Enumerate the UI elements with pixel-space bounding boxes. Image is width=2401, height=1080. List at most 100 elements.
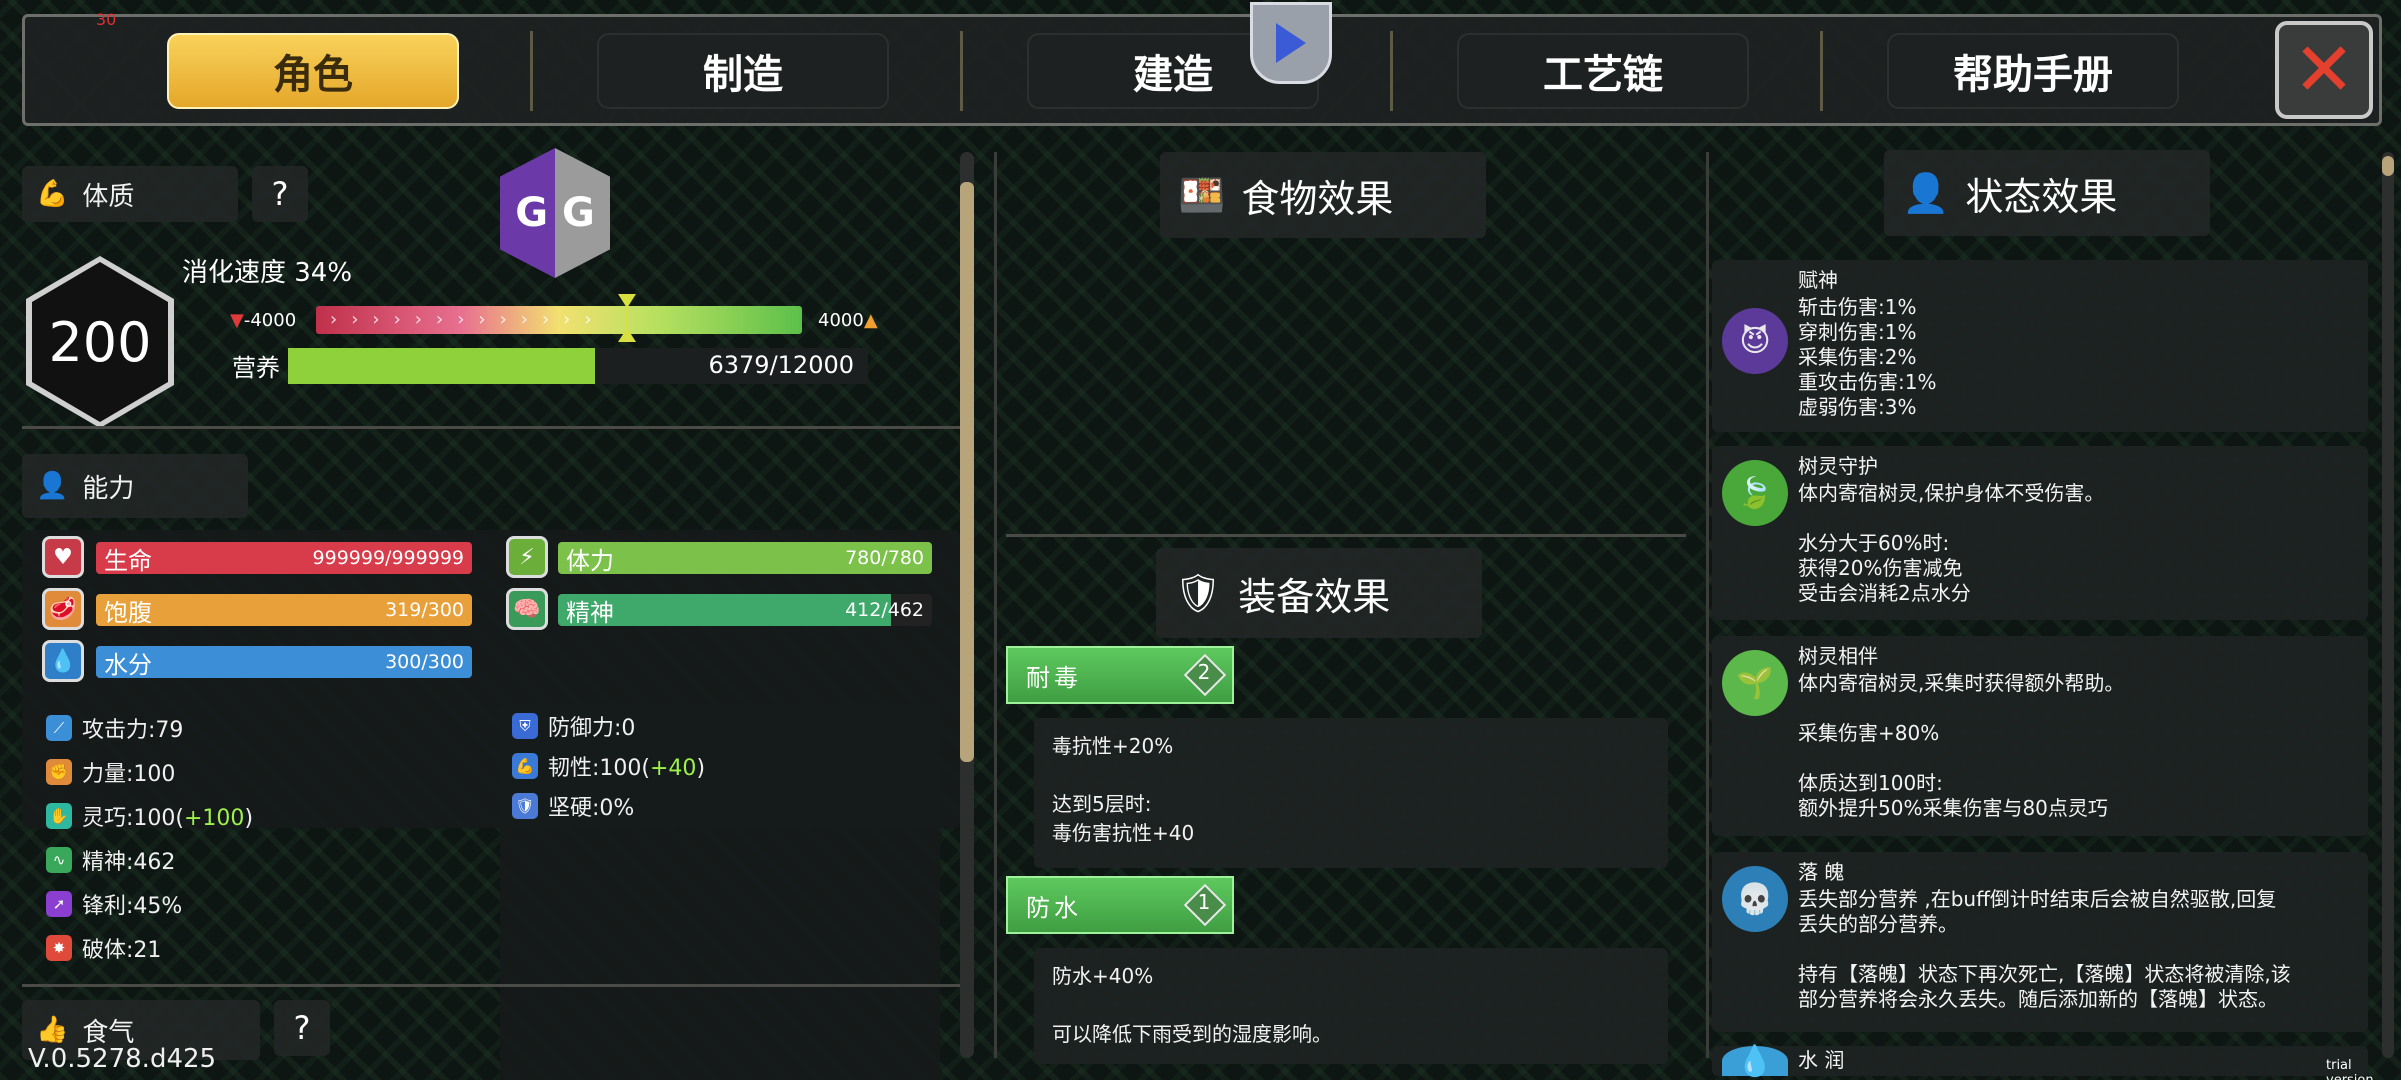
spirit-label: 精神 <box>566 598 614 627</box>
blade-icon: ➚ <box>46 891 72 917</box>
range-chevrons: ››››››››››››› <box>330 309 606 330</box>
status-text: 树灵相伴 体内寄宿树灵,采集时获得额外帮助。 采集伤害+80% 体质达到100时:… <box>1798 644 2124 821</box>
hydration-value: 300/300 <box>385 651 464 673</box>
stat-defense: ⛨ 防御力:0 <box>512 710 635 742</box>
person-icon: 👤 <box>36 471 69 501</box>
constitution-label: 体质 <box>82 181 135 212</box>
tab-divider <box>960 31 963 111</box>
nutrition-label: 营养 <box>232 354 280 382</box>
equip-tag-label: 耐毒 <box>1026 663 1082 692</box>
nutrition-fill <box>288 348 596 384</box>
fist-icon: ✊ <box>46 759 72 785</box>
stat-toughness: 💪 韧性:100(+40) <box>512 750 705 782</box>
status-desc: 体内寄宿树灵,保护身体不受伤害。 水分大于60%时: 获得20%伤害减免 受击会… <box>1798 481 2105 605</box>
effects-panel: 🍱 食物效果 🛡 装备效果 耐毒 2 毒抗性+20% 达到5层时: 毒伤害抗性+… <box>1000 148 1690 1068</box>
stat-spirit-label: 精神:462 <box>82 850 176 875</box>
status-name: 赋神 <box>1798 268 1838 292</box>
tab-help-manual[interactable]: 帮助手册 <box>1887 33 2179 109</box>
right-scrollbar[interactable] <box>2382 152 2394 1058</box>
sword-icon: ⟋ <box>46 715 72 741</box>
demon-face-icon: 😈 <box>1722 308 1788 374</box>
equip-tag-poison-resist[interactable]: 耐毒 2 <box>1006 646 1234 704</box>
stat-sharpness-label: 锋利:45% <box>82 894 183 919</box>
shield-icon: 🛡 <box>512 793 538 819</box>
overlay-play-icon[interactable] <box>1250 2 1332 84</box>
left-scrollbar[interactable] <box>960 152 974 1058</box>
range-min: ▼-4000 <box>230 310 296 331</box>
right-scrollbar-thumb[interactable] <box>2382 156 2394 176</box>
constitution-marker-icon <box>618 294 637 342</box>
tree-spirit-icon: 🌱 <box>1722 650 1788 716</box>
brain-icon: 🧠 <box>506 588 548 630</box>
section-divider <box>22 984 960 987</box>
stat-pierce-label: 破体:21 <box>82 938 162 963</box>
status-card-downfall[interactable]: 💀 落 魄丢失部分营养 ,在buff倒计时结束后会被自然驱散,回复 丢失的部分营… <box>1712 852 2368 1032</box>
trial-label: trial version <box>2326 1058 2374 1080</box>
food-qi-help-button[interactable]: ? <box>274 1000 330 1056</box>
hydration-label: 水分 <box>104 650 152 679</box>
ability-label: 能力 <box>82 473 135 504</box>
tab-divider <box>530 31 533 111</box>
skull-icon: 💀 <box>1722 866 1788 932</box>
satiety-value: 319/300 <box>385 599 464 621</box>
tab-crafting[interactable]: 制造 <box>597 33 889 109</box>
hand-icon: ✋ <box>46 803 72 829</box>
close-button[interactable]: ✕ <box>2275 21 2373 119</box>
status-text: 水 润 <box>1798 1048 1844 1075</box>
person-icon: 👤 <box>1902 170 1950 215</box>
stat-hardness: 🛡 坚硬:0% <box>512 790 634 822</box>
stat-pierce: ✸ 破体:21 <box>46 932 161 964</box>
stat-strength: ✊ 力量:100 <box>46 756 175 788</box>
count-value: 1 <box>1197 890 1211 914</box>
stat-hardness-label: 坚硬:0% <box>548 796 635 821</box>
version-label: V.0.5278.d425 <box>28 1044 217 1074</box>
arrow-up-icon: ▲ <box>863 310 878 331</box>
constitution-help-button[interactable]: ? <box>252 166 308 222</box>
stat-dexterity: ✋ 灵巧:100(+100) <box>46 800 253 832</box>
character-panel: 💪 体质 ? 200 G G 消化速度 34% ▼-4000 ›››››››››… <box>22 148 960 1080</box>
arrow-down-icon: ▼ <box>230 310 244 331</box>
stat-strength-label: 力量:100 <box>82 762 176 787</box>
status-effects-panel: 👤 状态效果 😈 赋神斩击伤害:1% 穿刺伤害:1% 采集伤害:2% 重攻击伤害… <box>1712 148 2380 1079</box>
status-desc: 丢失部分营养 ,在buff倒计时结束后会被自然驱散,回复 丢失的部分营养。 持有… <box>1798 887 2291 1011</box>
tab-divider <box>1390 31 1393 111</box>
digestion-speed: 消化速度 34% <box>182 258 353 288</box>
status-card-empower[interactable]: 😈 赋神斩击伤害:1% 穿刺伤害:1% 采集伤害:2% 重攻击伤害:1% 虚弱伤… <box>1712 260 2368 432</box>
status-text: 落 魄丢失部分营养 ,在buff倒计时结束后会被自然驱散,回复 丢失的部分营养。… <box>1798 860 2291 1012</box>
food-effect-header: 🍱 食物效果 <box>1160 152 1486 238</box>
ability-header: 👤 能力 <box>22 454 248 518</box>
stamina-label: 体力 <box>566 546 614 575</box>
status-desc: 斩击伤害:1% 穿刺伤害:1% 采集伤害:2% 重攻击伤害:1% 虚弱伤害:3% <box>1798 295 1937 419</box>
status-card-tree-companion[interactable]: 🌱 树灵相伴 体内寄宿树灵,采集时获得额外帮助。 采集伤害+80% 体质达到100… <box>1712 636 2368 836</box>
hydration-bar: 水分 300/300 <box>96 646 472 678</box>
status-card-moist[interactable]: 💧 水 润 <box>1712 1044 2368 1079</box>
equip-tag-waterproof[interactable]: 防水 1 <box>1006 876 1234 934</box>
status-text: 树灵守护 体内寄宿树灵,保护身体不受伤害。 水分大于60%时: 获得20%伤害减免… <box>1798 454 2104 606</box>
section-divider <box>22 426 960 429</box>
health-bar: 生命 999999/999999 <box>96 542 472 574</box>
stat-defense-label: 防御力:0 <box>548 716 636 741</box>
constitution-hexagon: 200 <box>26 256 174 428</box>
water-drop-icon: 💧 <box>1722 1044 1788 1079</box>
equip-desc-waterproof: 防水+40% 可以降低下雨受到的湿度影响。 <box>1034 948 1668 1064</box>
tab-character[interactable]: 角色 <box>167 33 459 109</box>
count-value: 2 <box>1197 660 1211 684</box>
equip-tag-label: 防水 <box>1026 893 1082 922</box>
equip-effect-title: 装备效果 <box>1238 574 1391 619</box>
constitution-value: 200 <box>32 262 168 422</box>
column-divider <box>994 152 997 1058</box>
status-effect-header: 👤 状态效果 <box>1884 150 2210 236</box>
nutrition-bar: 6379/12000 <box>288 348 868 384</box>
status-card-tree-guard[interactable]: 🍃 树灵守护 体内寄宿树灵,保护身体不受伤害。 水分大于60%时: 获得20%伤害… <box>1712 446 2368 620</box>
stat-attack-label: 攻击力:79 <box>82 718 184 743</box>
column-divider <box>1706 152 1709 1058</box>
tab-craft-chain[interactable]: 工艺链 <box>1457 33 1749 109</box>
food-effect-title: 食物效果 <box>1241 176 1394 221</box>
stat-toughness-tail: ) <box>696 756 706 781</box>
stat-toughness-bonus: +40 <box>650 756 697 781</box>
gg-overlay-logo[interactable]: G G <box>500 148 610 278</box>
status-name: 水 润 <box>1798 1048 1845 1072</box>
close-x-icon: ✕ <box>2292 27 2355 113</box>
left-scrollbar-thumb[interactable] <box>960 182 974 762</box>
gg-logo-text: G G <box>515 190 595 236</box>
